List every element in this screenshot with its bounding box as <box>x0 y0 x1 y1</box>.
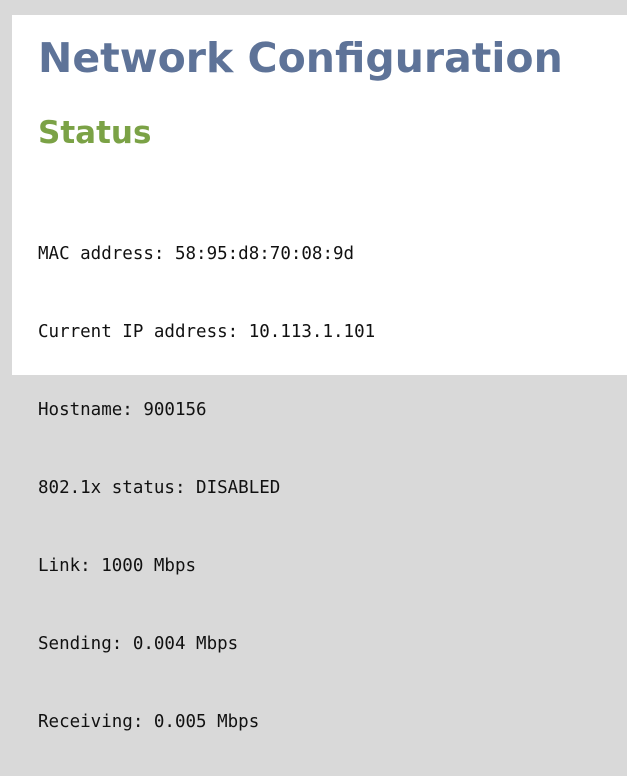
sending-rate-line: Sending: 0.004 Mbps <box>38 634 239 654</box>
status-heading: Status <box>38 115 152 151</box>
receiving-rate-line: Receiving: 0.005 Mbps <box>38 712 260 732</box>
current-ip-address-line: Current IP address: 10.113.1.101 <box>38 322 376 342</box>
status-list: MAC address: 58:95:d8:70:08:9d Current I… <box>38 189 375 776</box>
dot1x-status-line: 802.1x status: DISABLED <box>38 478 281 498</box>
page-title: Network Configuration <box>38 34 563 82</box>
mac-address-line: MAC address: 58:95:d8:70:08:9d <box>38 244 355 264</box>
page-frame: Network Configuration Status MAC address… <box>0 0 627 732</box>
link-speed-line: Link: 1000 Mbps <box>38 556 197 576</box>
hostname-line: Hostname: 900156 <box>38 400 207 420</box>
network-configuration-panel: Network Configuration Status MAC address… <box>12 15 627 732</box>
